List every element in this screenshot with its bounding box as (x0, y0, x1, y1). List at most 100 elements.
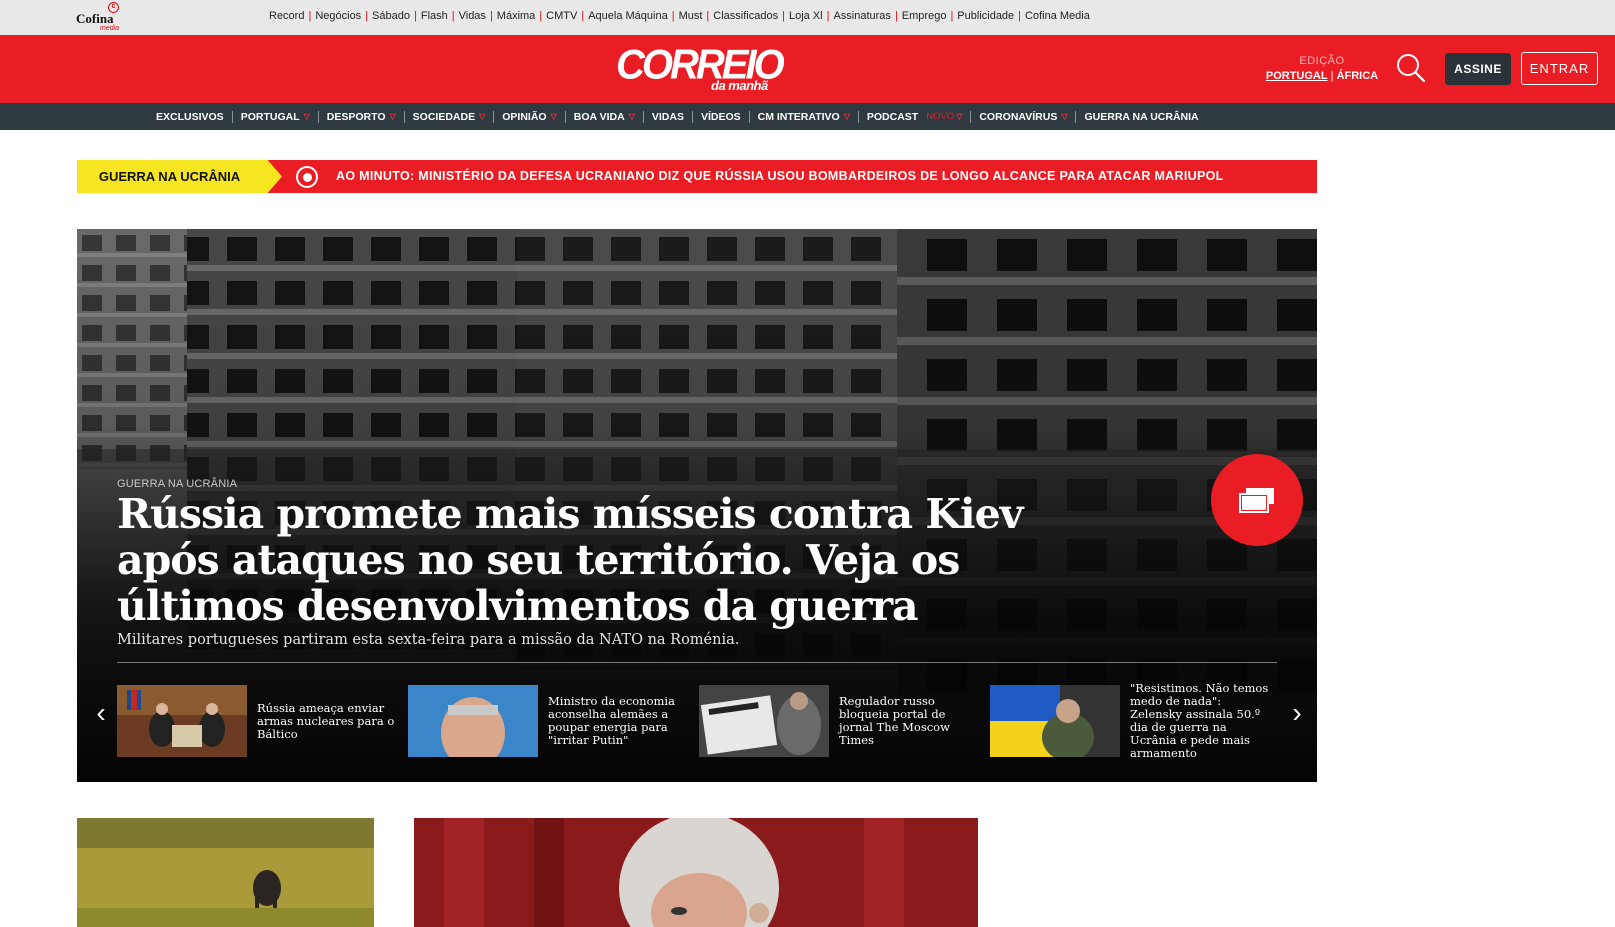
chevron-down-icon[interactable]: ▽ (1061, 111, 1067, 123)
hero-kicker[interactable]: GUERRA NA UCRÂNIA (117, 478, 237, 490)
network-link[interactable]: Must (679, 10, 703, 22)
main-nav: EXCLUSIVOS PORTUGAL ▽ DESPORTO ▽ SOCIEDADE ▽ OP… (0, 103, 1615, 130)
edition-portugal-link[interactable]: PORTUGAL (1266, 70, 1328, 82)
edition-selector: EDIÇÃO PORTUGAL | ÁFRICA (1260, 54, 1384, 84)
related-title[interactable]: Ministro da economia aconselha alemães a… (548, 685, 688, 757)
chevron-left-icon[interactable]: ‹ (91, 699, 111, 727)
new-badge: NOVO (926, 110, 955, 122)
nav-item-label: VÍDEOS (700, 110, 741, 123)
cofina-media-label: media (100, 25, 120, 32)
breaking-tag[interactable]: GUERRA NA UCRÂNIA (77, 160, 282, 193)
related-story[interactable]: "Resistimos. Não temos medo de nada": Ze… (990, 682, 1270, 760)
nav-item[interactable]: VIDAS (642, 110, 692, 123)
network-separator: | (413, 10, 417, 22)
chevron-down-icon[interactable]: ▽ (479, 111, 485, 123)
nav-item[interactable]: CM INTERATIVO ▽ (748, 110, 858, 123)
network-links: Record | Negócios | Sábado | Flash | Vidas | Máxim… (269, 10, 1090, 22)
chevron-down-icon[interactable]: ▽ (390, 111, 396, 123)
nav-item[interactable]: OPINIÃO ▽ (493, 110, 565, 123)
hero-divider (117, 662, 1277, 663)
nav-item-label: SOCIEDADE (412, 110, 476, 123)
story-thumbnail (414, 818, 978, 927)
chevron-down-icon[interactable]: ▽ (304, 111, 310, 123)
network-link[interactable]: Emprego (902, 10, 947, 22)
nav-item[interactable]: DESPORTO ▽ (317, 110, 404, 123)
network-link[interactable]: Assinaturas (833, 10, 890, 22)
network-separator: | (451, 10, 455, 22)
correio-da-manha-logo[interactable]: CORREIO da manhã (616, 44, 785, 95)
nav-item-label: OPINIÃO (502, 110, 547, 123)
network-link[interactable]: Vidas (459, 10, 486, 22)
nav-item[interactable]: CORONAVÍRUS ▽ (970, 110, 1075, 123)
network-separator: | (365, 10, 369, 22)
network-link[interactable]: Aquela Máquina (588, 10, 668, 22)
nav-item-label: BOA VIDA (573, 110, 625, 123)
story-card[interactable] (414, 818, 978, 927)
chevron-down-icon[interactable]: ▽ (629, 111, 635, 123)
nav-item[interactable]: VÍDEOS (691, 110, 749, 123)
network-link[interactable]: Sábado (372, 10, 410, 22)
nav-item-label: EXCLUSIVOS (156, 110, 224, 123)
network-separator: | (581, 10, 585, 22)
network-link[interactable]: Cofina Media (1025, 10, 1090, 22)
logo-sub: da manhã (711, 78, 768, 93)
nav-item-label: PORTUGAL (240, 110, 300, 123)
network-link[interactable]: Record (269, 10, 304, 22)
nav-item-label: DESPORTO (326, 110, 386, 123)
network-link[interactable]: Publicidade (957, 10, 1014, 22)
live-icon (296, 166, 318, 188)
network-separator: | (489, 10, 493, 22)
gallery-icon[interactable] (1211, 454, 1303, 546)
search-icon[interactable] (1395, 52, 1427, 84)
related-thumbnail (408, 685, 538, 757)
network-link[interactable]: Negócios (315, 10, 361, 22)
subscribe-button[interactable]: ASSINE (1445, 53, 1511, 85)
login-button[interactable]: ENTRAR (1521, 52, 1598, 85)
nav-item[interactable]: PODCAST NOVO ▽ (857, 110, 970, 123)
related-story[interactable]: Rússia ameaça enviar armas nucleares par… (117, 685, 397, 757)
nav-item-label: CM INTERATIVO (757, 110, 840, 123)
network-separator: | (706, 10, 710, 22)
related-title[interactable]: Regulador russo bloqueia portal de jorna… (839, 685, 979, 757)
network-separator: | (894, 10, 898, 22)
network-separator: | (671, 10, 675, 22)
copyright-icon: c (108, 2, 119, 13)
nav-item[interactable]: EXCLUSIVOS (148, 111, 232, 123)
breaking-text[interactable]: AO MINUTO: MINISTÉRIO DA DEFESA UCRANIAN… (336, 169, 1224, 183)
nav-item[interactable]: PORTUGAL ▽ (231, 110, 318, 123)
network-link[interactable]: Loja Xl (789, 10, 823, 22)
chevron-down-icon[interactable]: ▽ (956, 111, 962, 123)
hero-title[interactable]: Rússia promete mais mísseis contra Kiev … (117, 491, 1137, 629)
chevron-right-icon[interactable]: › (1287, 699, 1307, 727)
network-separator: | (1018, 10, 1022, 22)
related-story[interactable]: Ministro da economia aconselha alemães a… (408, 685, 688, 757)
edition-africa-link[interactable]: ÁFRICA (1337, 70, 1379, 82)
nav-item-label: VIDAS (651, 110, 684, 123)
cofina-logo[interactable]: Cofina c media (76, 2, 122, 33)
network-link[interactable]: CMTV (546, 10, 577, 22)
hero-story[interactable]: GUERRA NA UCRÂNIA Rússia promete mais mí… (77, 229, 1317, 782)
network-bar: Cofina c media Record | Negócios | Sábado | Fl… (0, 0, 1615, 35)
related-title[interactable]: Rússia ameaça enviar armas nucleares par… (257, 685, 397, 757)
nav-list: EXCLUSIVOS PORTUGAL ▽ DESPORTO ▽ SOCIEDADE ▽ OP… (148, 103, 1207, 130)
related-title[interactable]: "Resistimos. Não temos medo de nada": Ze… (1130, 682, 1270, 760)
network-link[interactable]: Flash (421, 10, 448, 22)
chevron-down-icon[interactable]: ▽ (844, 111, 850, 123)
network-separator: | (308, 10, 312, 22)
chevron-down-icon[interactable]: ▽ (551, 111, 557, 123)
breaking-news-bar[interactable]: GUERRA NA UCRÂNIA AO MINUTO: MINISTÉRIO … (77, 160, 1317, 193)
related-story[interactable]: Regulador russo bloqueia portal de jorna… (699, 685, 979, 757)
hero-subtitle: Militares portugueses partiram esta sext… (117, 632, 740, 648)
story-thumbnail (77, 818, 374, 927)
nav-item-label: CORONAVÍRUS (979, 110, 1058, 123)
site-header: CORREIO da manhã EDIÇÃO PORTUGAL | ÁFRIC… (0, 35, 1615, 103)
nav-item[interactable]: SOCIEDADE ▽ (403, 110, 494, 123)
nav-item[interactable]: BOA VIDA ▽ (564, 110, 643, 123)
related-thumbnail (117, 685, 247, 757)
network-link[interactable]: Máxima (497, 10, 536, 22)
story-card[interactable] (77, 818, 374, 927)
network-separator: | (539, 10, 543, 22)
nav-item[interactable]: GUERRA NA UCRÂNIA (1075, 110, 1206, 123)
network-link[interactable]: Classificados (713, 10, 778, 22)
nav-item-label: GUERRA NA UCRÂNIA (1084, 110, 1199, 123)
